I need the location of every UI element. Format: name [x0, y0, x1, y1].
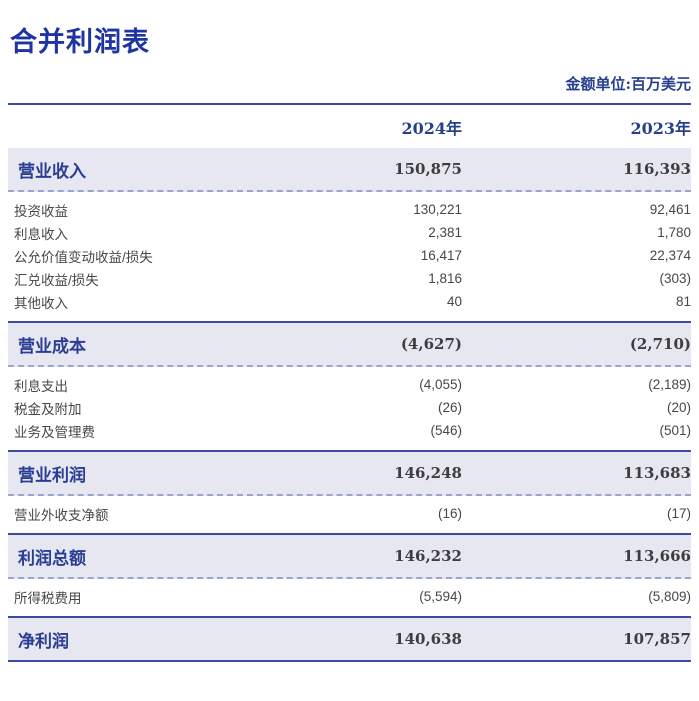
- cell-2023: 1,780: [657, 225, 691, 240]
- cell-2024: 16,417: [420, 248, 462, 263]
- detail-rows-operating-costs: 利息支出 (4,055) (2,189) 税金及附加 (26) (20) 业务及…: [8, 367, 691, 450]
- table-row: 公允价值变动收益/损失 16,417 22,374: [8, 244, 691, 267]
- row-label: 业务及管理费: [14, 424, 95, 440]
- cell-2024: (4,627): [400, 335, 462, 353]
- cell-2023: (2,189): [648, 377, 691, 392]
- cell-2023: 113,666: [623, 547, 691, 565]
- income-statement-table: 2024年 2023年 营业收入 150,875 116,393 投资收益 13…: [8, 103, 691, 662]
- cell-2023: (5,809): [648, 589, 691, 604]
- row-label: 利润总额: [18, 548, 86, 569]
- cell-2024: 1,816: [428, 271, 462, 286]
- row-label: 税金及附加: [14, 401, 82, 417]
- table-row: 利息收入 2,381 1,780: [8, 221, 691, 244]
- section-header-row-operating-profit: 营业利润 146,248 113,683: [8, 450, 691, 496]
- cell-2023: (303): [659, 271, 691, 286]
- cell-2023: 116,393: [623, 160, 691, 178]
- column-header-row: 2024年 2023年: [8, 105, 691, 148]
- column-header-2024: 2024年: [401, 118, 462, 138]
- section-header-row-operating-revenue: 营业收入 150,875 116,393: [8, 148, 691, 192]
- table-row: 投资收益 130,221 92,461: [8, 198, 691, 221]
- cell-2023: (20): [666, 400, 691, 415]
- row-label: 利息收入: [14, 226, 68, 242]
- cell-2024: 140,638: [394, 630, 462, 648]
- cell-2024: (26): [437, 400, 462, 415]
- income-statement-page: 合并利润表 金额单位:百万美元 2024年 2023年 营业收入 150,875…: [8, 26, 691, 662]
- page-title: 合并利润表: [10, 27, 150, 58]
- row-label: 其他收入: [14, 295, 68, 311]
- table-row: 其他收入 40 81: [8, 290, 691, 313]
- cell-2024: 40: [446, 294, 462, 309]
- row-label: 营业利润: [18, 465, 86, 486]
- cell-2023: 113,683: [623, 464, 691, 482]
- cell-2024: 2,381: [428, 225, 462, 240]
- cell-2024: (16): [437, 506, 462, 521]
- row-label: 利息支出: [14, 378, 68, 394]
- table-row: 汇兑收益/损失 1,816 (303): [8, 267, 691, 290]
- row-label: 营业成本: [18, 336, 86, 357]
- detail-rows-total-profit: 所得税费用 (5,594) (5,809): [8, 579, 691, 616]
- section-header-row-total-profit: 利润总额 146,232 113,666: [8, 533, 691, 579]
- detail-rows-operating-profit: 营业外收支净额 (16) (17): [8, 496, 691, 533]
- table-row: 税金及附加 (26) (20): [8, 396, 691, 419]
- cell-2023: (501): [659, 423, 691, 438]
- row-label: 投资收益: [14, 203, 68, 219]
- cell-2024: 146,232: [394, 547, 462, 565]
- row-label: 汇兑收益/损失: [14, 272, 99, 288]
- cell-2023: 92,461: [649, 202, 691, 217]
- cell-2024: 146,248: [394, 464, 462, 482]
- column-header-2023: 2023年: [630, 118, 691, 138]
- unit-note: 金额单位:百万美元: [565, 75, 691, 93]
- table-row: 营业外收支净额 (16) (17): [8, 502, 691, 525]
- detail-rows-operating-revenue: 投资收益 130,221 92,461 利息收入 2,381 1,780 公允价…: [8, 192, 691, 321]
- table-row: 利息支出 (4,055) (2,189): [8, 373, 691, 396]
- cell-2023: (17): [666, 506, 691, 521]
- row-label: 营业外收支净额: [14, 507, 109, 523]
- cell-2023: 81: [675, 294, 691, 309]
- row-label: 所得税费用: [14, 590, 82, 606]
- cell-2024: 150,875: [394, 160, 462, 178]
- cell-2023: (2,710): [629, 335, 691, 353]
- table-row: 所得税费用 (5,594) (5,809): [8, 585, 691, 608]
- row-label: 公允价值变动收益/损失: [14, 249, 153, 265]
- cell-2024: (4,055): [419, 377, 462, 392]
- row-label: 营业收入: [18, 161, 86, 182]
- cell-2023: 107,857: [623, 630, 691, 648]
- cell-2024: (546): [430, 423, 462, 438]
- section-header-row-operating-costs: 营业成本 (4,627) (2,710): [8, 321, 691, 367]
- cell-2024: (5,594): [419, 589, 462, 604]
- cell-2024: 130,221: [413, 202, 462, 217]
- section-header-row-net-profit: 净利润 140,638 107,857: [8, 616, 691, 662]
- cell-2023: 22,374: [649, 248, 691, 263]
- table-row: 业务及管理费 (546) (501): [8, 419, 691, 442]
- row-label: 净利润: [18, 631, 69, 652]
